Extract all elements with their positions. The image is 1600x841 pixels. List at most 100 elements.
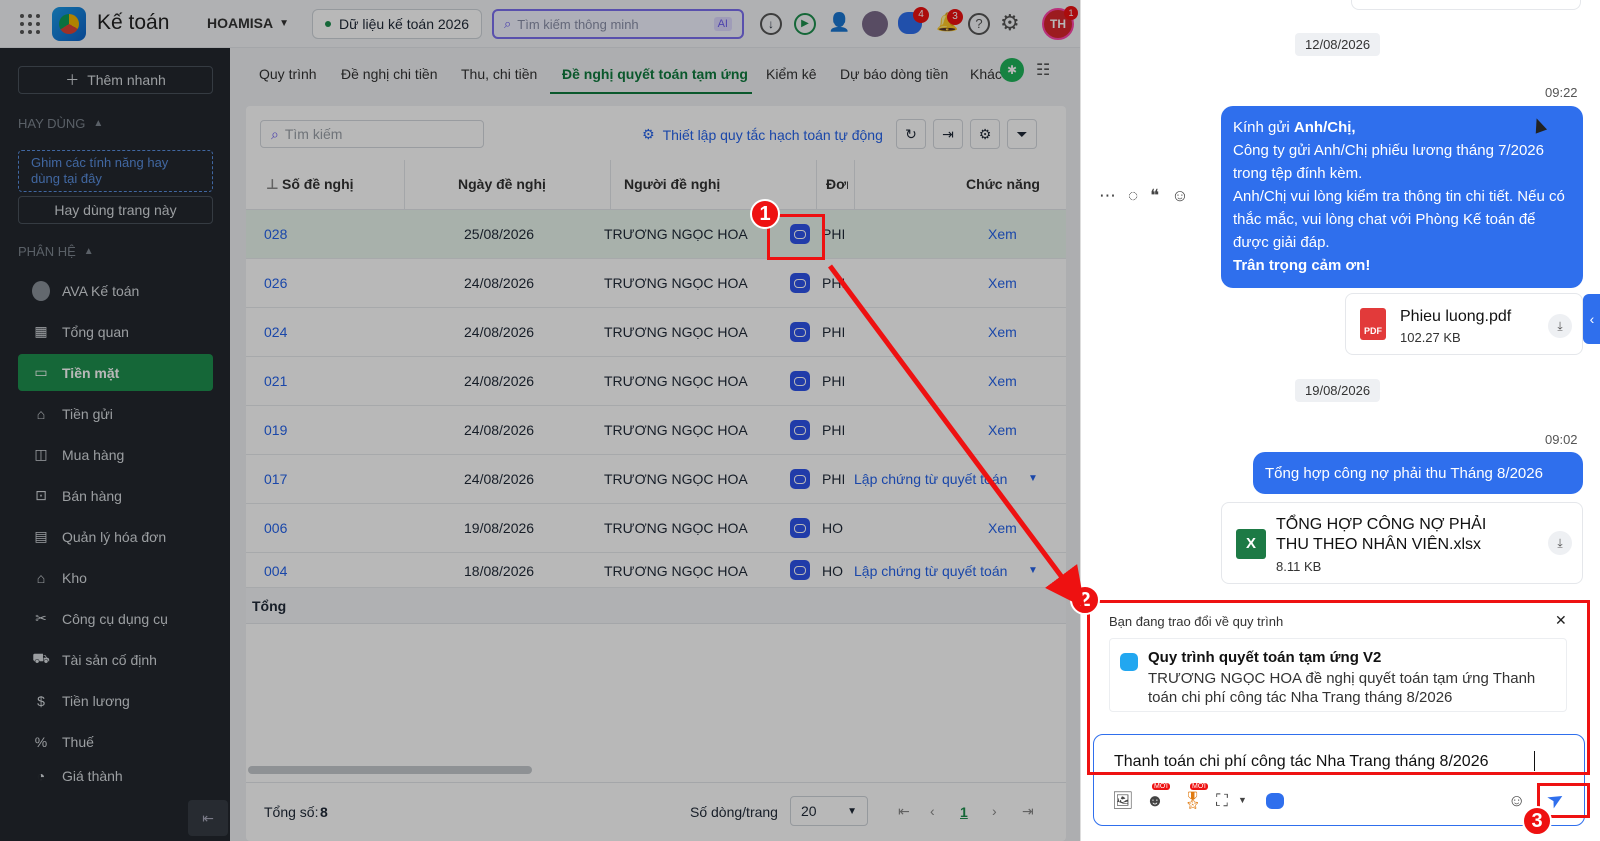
image-icon[interactable]: 🖼 [1112, 791, 1134, 811]
more-icon[interactable]: ⋯ [1099, 186, 1116, 206]
row-action[interactable]: Xem [988, 275, 1017, 291]
sidebar-item-cost[interactable]: ◔ Giá thành [18, 764, 213, 788]
row-number[interactable]: 021 [264, 373, 287, 389]
quote-icon[interactable]: ❝ [1150, 186, 1159, 206]
sidebar-item-ava[interactable]: AVA Kế toán [18, 272, 213, 309]
bot-icon[interactable] [1266, 793, 1284, 809]
sidebar-item-overview[interactable]: ▦ Tổng quan [18, 313, 213, 350]
export-button[interactable]: ⇥ [933, 119, 963, 149]
download-icon[interactable]: ⤓ [1548, 314, 1572, 338]
bulb-icon[interactable]: ✱ [1000, 58, 1024, 82]
last-page-icon[interactable]: ⇥ [1022, 803, 1034, 820]
discuss-chat-icon[interactable] [790, 518, 810, 538]
play-icon[interactable]: ▶ [794, 13, 816, 35]
sidebar-item-salary[interactable]: $ Tiền lương [18, 682, 213, 719]
row-number[interactable]: 019 [264, 422, 287, 438]
emoji-icon[interactable]: ☺ [1171, 186, 1188, 206]
row-number[interactable]: 026 [264, 275, 287, 291]
col-header-actions[interactable]: Chức năng [966, 176, 1040, 192]
discuss-chat-icon[interactable] [790, 322, 810, 342]
tab-inventory-check[interactable]: Kiểm kê [766, 66, 817, 82]
sidebar-item-assets[interactable]: ⛟ Tài sản cố định [18, 641, 213, 678]
first-page-icon[interactable]: ⇤ [898, 803, 910, 820]
tab-settings-icon[interactable]: ☷ [1036, 60, 1050, 80]
add-user-icon[interactable]: 👤 [828, 12, 850, 33]
sidebar-item-cash[interactable]: ▭ Tiền mặt [18, 354, 213, 391]
row-action[interactable]: Xem [988, 422, 1017, 438]
quick-add-button[interactable]: ＋ Thêm nhanh [18, 66, 213, 94]
dataset-selector[interactable]: Dữ liệu kế toán 2026 [312, 9, 482, 39]
table-row[interactable]: 004 18/08/2026 TRƯƠNG NGỌC HOA HO Lập ch… [246, 553, 1066, 588]
discuss-chat-icon[interactable] [790, 560, 810, 580]
prev-page-icon[interactable]: ‹ [930, 803, 935, 819]
auto-rule-link[interactable]: ⚙ Thiết lập quy tắc hạch toán tự động [642, 126, 883, 143]
row-number[interactable]: 024 [264, 324, 287, 340]
modules-header[interactable]: PHÂN HỆ ▲ [18, 244, 94, 259]
sidebar-item-tools[interactable]: ✂ Công cụ dụng cụ [18, 600, 213, 637]
company-selector[interactable]: HOAMISA ▼ [207, 15, 289, 31]
filter-button[interactable]: ⏷ [1007, 119, 1037, 149]
row-action[interactable]: Lập chứng từ quyết toán [854, 471, 1007, 487]
help-icon[interactable]: ? [968, 13, 990, 35]
discuss-chat-icon[interactable] [790, 420, 810, 440]
sidebar-item-invoice[interactable]: ▤ Quản lý hóa đơn [18, 518, 213, 555]
row-action[interactable]: Xem [988, 324, 1017, 340]
smart-search-input[interactable]: ⌕ Tìm kiếm thông minh AI [492, 9, 744, 39]
table-row[interactable]: 028 25/08/2026 TRƯƠNG NGỌC HOA PHI Xem [246, 210, 1066, 259]
table-settings-button[interactable]: ⚙ [970, 119, 1000, 149]
chevron-down-icon[interactable]: ▼ [1238, 795, 1247, 805]
table-row[interactable]: 021 24/08/2026 TRƯƠNG NGỌC HOA PHI Xem [246, 357, 1066, 406]
tab-process[interactable]: Quy trình [259, 66, 317, 82]
download-icon[interactable]: ⤓ [1548, 531, 1572, 555]
reply-icon[interactable]: ◌ [1128, 186, 1138, 206]
discuss-chat-icon[interactable] [790, 273, 810, 293]
award-icon[interactable]: 🎖 [1182, 791, 1204, 811]
tab-receipts-payments[interactable]: Thu, chi tiền [461, 66, 537, 82]
table-row[interactable]: 026 24/08/2026 TRƯƠNG NGỌC HOA PHI Xem [246, 259, 1066, 308]
horizontal-scrollbar[interactable] [248, 766, 532, 774]
col-header-number[interactable]: Số đề nghị [282, 176, 354, 192]
tab-advance-settlement[interactable]: Đề nghị quyết toán tạm ứng [562, 66, 748, 82]
row-number[interactable]: 006 [264, 520, 287, 536]
row-action[interactable]: Xem [988, 520, 1017, 536]
table-row[interactable]: 019 24/08/2026 TRƯƠNG NGỌC HOA PHI Xem [246, 406, 1066, 455]
settings-icon[interactable]: ⚙ [1000, 10, 1020, 36]
sidebar-item-deposit[interactable]: ⌂ Tiền gửi [18, 395, 213, 432]
file-attachment[interactable]: X TỔNG HỢP CÔNG NỢ PHẢI THU THEO NHÂN VI… [1221, 502, 1583, 584]
sticker-icon[interactable]: ☻ [1146, 791, 1164, 811]
col-header-unit[interactable]: Đơn [826, 176, 848, 192]
table-row[interactable]: 017 24/08/2026 TRƯƠNG NGỌC HOA PHI Lập c… [246, 455, 1066, 504]
table-row[interactable]: 024 24/08/2026 TRƯƠNG NGỌC HOA PHI Xem [246, 308, 1066, 357]
user-avatar-icon[interactable] [862, 11, 888, 37]
use-page-button[interactable]: Hay dùng trang này [18, 196, 213, 224]
panel-collapse-tab[interactable]: ‹ [1583, 294, 1600, 344]
download-icon[interactable]: ↓ [760, 13, 782, 35]
current-page[interactable]: 1 [960, 804, 968, 820]
file-attachment[interactable]: PDF Phieu luong.pdf 102.27 KB ⤓ [1345, 293, 1583, 355]
chevron-down-icon[interactable]: ▼ [1028, 565, 1038, 576]
frequent-header[interactable]: HAY DÙNG ▲ [18, 116, 103, 131]
sidebar-item-warehouse[interactable]: ⌂ Kho [18, 559, 213, 596]
row-action[interactable]: Xem [988, 373, 1017, 389]
collapse-sidebar-button[interactable]: ⇤ [188, 800, 228, 836]
col-header-person[interactable]: Người đề nghị [624, 176, 720, 192]
discuss-chat-icon[interactable] [790, 469, 810, 489]
table-row[interactable]: 006 19/08/2026 TRƯƠNG NGỌC HOA HO Xem [246, 504, 1066, 553]
tab-other[interactable]: Khác [970, 66, 1002, 82]
message-bubble[interactable]: Kính gửi Anh/Chị, Công ty gửi Anh/Chị ph… [1221, 106, 1583, 288]
chevron-down-icon[interactable]: ▼ [1028, 473, 1038, 484]
col-header-date[interactable]: Ngày đề nghị [458, 176, 546, 192]
rows-per-page-select[interactable]: 20 ▼ [790, 796, 868, 826]
discuss-chat-icon[interactable] [790, 371, 810, 391]
sidebar-item-tax[interactable]: % Thuế [18, 723, 213, 760]
row-number[interactable]: 017 [264, 471, 287, 487]
table-search-input[interactable]: ⌕ Tìm kiếm [260, 120, 484, 148]
sidebar-item-purchase[interactable]: ◫ Mua hàng [18, 436, 213, 473]
row-action[interactable]: Lập chứng từ quyết toán [854, 563, 1007, 579]
tab-payment-request[interactable]: Đề nghị chi tiền [341, 66, 438, 82]
emoji-icon[interactable]: ☺ [1508, 791, 1525, 811]
row-number[interactable]: 028 [264, 226, 287, 242]
refresh-button[interactable]: ↻ [896, 119, 926, 149]
row-action[interactable]: Xem [988, 226, 1017, 242]
apps-grid-icon[interactable] [20, 14, 40, 34]
